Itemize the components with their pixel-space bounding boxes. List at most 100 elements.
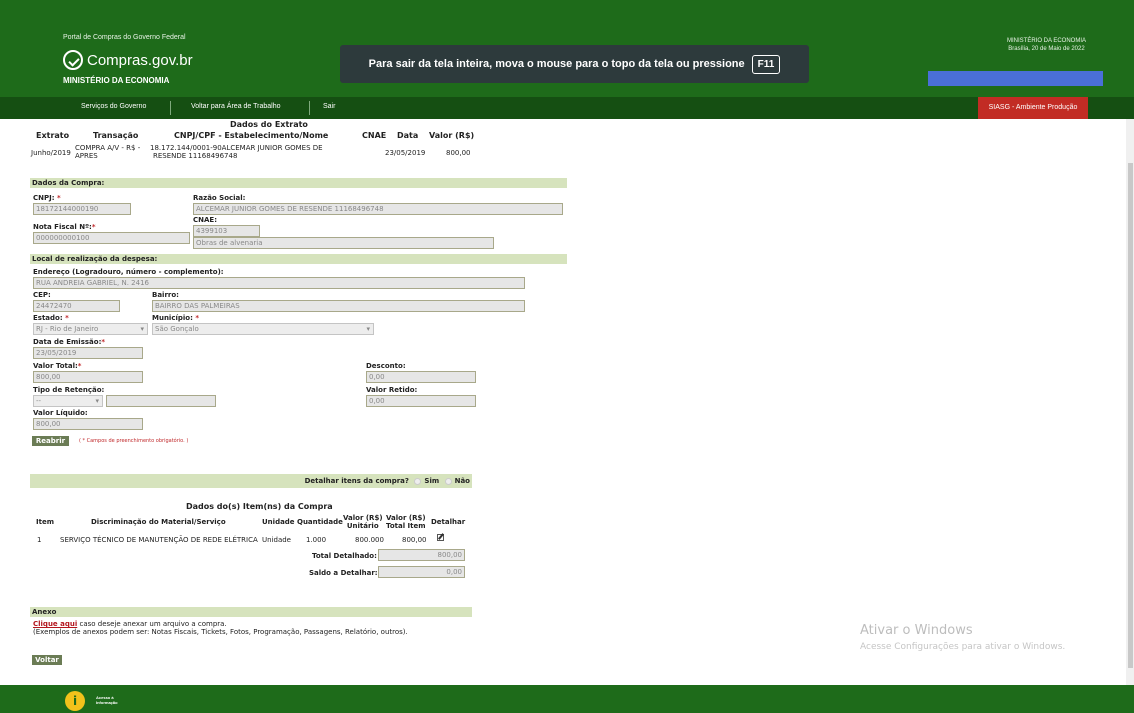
cnae-code-field[interactable]: 4399103 xyxy=(193,225,260,237)
extrato-transacao: COMPRA A/V - R$ - APRES xyxy=(75,144,140,160)
th-item: Item xyxy=(36,518,54,526)
th-detalhar: Detalhar xyxy=(431,518,466,526)
razao-field[interactable]: ALCEMAR JUNIOR GOMES DE RESENDE 11168496… xyxy=(193,203,563,215)
logo-text: Compras.gov.br xyxy=(87,51,193,69)
nf-label: Nota Fiscal Nº:* xyxy=(33,223,96,231)
ministerio-label: MINISTÉRIO DA ECONOMIA xyxy=(63,76,170,85)
f11-key: F11 xyxy=(751,54,781,74)
estado-label: Estado: * xyxy=(33,314,69,322)
windows-activation-text: Acesse Configurações para ativar o Windo… xyxy=(860,642,1066,652)
nav-voltar-area[interactable]: Voltar para Área de Trabalho xyxy=(191,103,281,110)
extrato-data: 23/05/2019 xyxy=(385,149,426,157)
nav-sair[interactable]: Sair xyxy=(323,103,335,110)
cnae-label: CNAE: xyxy=(193,216,217,224)
razao-label: Razão Social: xyxy=(193,194,246,202)
cep-field[interactable]: 24472470 xyxy=(33,300,120,312)
scrollbar-thumb[interactable] xyxy=(1128,163,1133,668)
radio-nao[interactable] xyxy=(444,477,452,485)
acesso-informacao[interactable]: Acesso à Informação xyxy=(96,695,118,705)
header-info: MINISTÉRIO DA ECONOMIA Brasília, 20 de M… xyxy=(1007,37,1086,53)
estado-select[interactable]: RJ - Rio de Janeiro ▾ xyxy=(33,323,148,335)
fullscreen-message: Para sair da tela inteira, mova o mouse … xyxy=(368,58,745,70)
retencao-select[interactable]: -- ▾ xyxy=(33,395,103,407)
radio-nao-label: Não xyxy=(454,477,470,485)
bairro-label: Bairro: xyxy=(152,291,179,299)
th-valor: Valor (R$) xyxy=(429,131,475,140)
th-transacao: Transação xyxy=(93,131,139,140)
row-descricao: SERVIÇO TÉCNICO DE MANUTENÇÃO DE REDE EL… xyxy=(60,536,258,544)
voltar-button[interactable]: Voltar xyxy=(32,655,62,665)
valor-total-field[interactable]: 800,00 xyxy=(33,371,143,383)
header-ministry: MINISTÉRIO DA ECONOMIA xyxy=(1006,38,1086,44)
transacao-line2: APRES xyxy=(75,152,98,160)
section-dados-compra: Dados da Compra: xyxy=(30,178,567,188)
row-quantidade: 1.000 xyxy=(306,536,327,544)
valor-retido-label: Valor Retido: xyxy=(366,386,418,394)
municipio-label: Município: * xyxy=(152,314,200,322)
bairro-field[interactable]: BAIRRO DAS PALMEIRAS xyxy=(152,300,525,312)
header-date: Brasília, 20 de Maio de 2022 xyxy=(1008,46,1085,52)
th-valor-total: Valor (R$) Total Item xyxy=(386,514,426,530)
th-unidade: Unidade xyxy=(262,518,295,526)
chevron-down-icon: ▾ xyxy=(366,325,370,333)
municipio-select[interactable]: São Gonçalo ▾ xyxy=(152,323,374,335)
fullscreen-banner: Para sair da tela inteira, mova o mouse … xyxy=(340,45,809,83)
th-extrato: Extrato xyxy=(36,131,70,140)
valor-liquido-field[interactable]: 800,00 xyxy=(33,418,143,430)
emissao-field[interactable]: 23/05/2019 xyxy=(33,347,143,359)
cnpj-field[interactable]: 18172144000190 xyxy=(33,203,131,215)
emissao-label: Data de Emissão:* xyxy=(33,338,106,346)
detalhar-bar: Detalhar itens da compra? Sim Não xyxy=(30,474,472,488)
desconto-label: Desconto: xyxy=(366,362,406,370)
anexo-text: Clique aqui caso deseje anexar um arquiv… xyxy=(33,620,227,628)
anexo-examples: (Exemplos de anexos podem ser: Notas Fis… xyxy=(33,628,408,636)
cnpj-nome-line1: 18.172.144/0001-90ALCEMAR JUNIOR GOMES D… xyxy=(150,144,323,152)
endereco-label: Endereço (Logradouro, número - complemen… xyxy=(33,268,224,276)
desconto-field[interactable]: 0,00 xyxy=(366,371,476,383)
detalhar-question-group: Detalhar itens da compra? Sim Não xyxy=(305,477,470,485)
th-cnpj-nome: CNPJ/CPF - Estabelecimento/Nome xyxy=(174,131,329,140)
cep-label: CEP: xyxy=(33,291,51,299)
site-header: Portal de Compras do Governo Federal Com… xyxy=(0,0,1134,97)
anexo-text-body: caso deseje anexar um arquivo a compra. xyxy=(79,620,227,628)
user-bar[interactable] xyxy=(928,71,1103,86)
reabrir-button[interactable]: Reabrir xyxy=(32,436,69,446)
clique-aqui-link[interactable]: Clique aqui xyxy=(33,620,77,628)
th-quantidade: Quantidade xyxy=(297,518,343,526)
itens-title: Dados do(s) Item(ns) da Compra xyxy=(186,502,333,511)
valor-total-label: Valor Total:* xyxy=(33,362,82,370)
site-footer xyxy=(0,685,1134,713)
nav-servicos[interactable]: Serviços do Governo xyxy=(81,103,146,110)
nav-bar: Serviços do Governo Voltar para Área de … xyxy=(0,97,1134,119)
chevron-down-icon: ▾ xyxy=(95,397,99,405)
radio-sim[interactable] xyxy=(414,477,422,485)
cnpj-label: CNPJ: * xyxy=(33,194,61,202)
compras-logo-icon xyxy=(63,50,83,70)
endereco-field[interactable]: RUA ANDREIA GABRIEL, N. 2416 xyxy=(33,277,525,289)
saldo-label: Saldo a Detalhar: xyxy=(309,569,378,577)
retencao-value-field[interactable] xyxy=(106,395,216,407)
info-icon[interactable]: i xyxy=(65,691,85,711)
acesso-line2: Informação xyxy=(96,700,118,705)
windows-activation-title: Ativar o Windows xyxy=(860,623,973,638)
retencao-label: Tipo de Retenção: xyxy=(33,386,105,394)
total-detalhado-label: Total Detalhado: xyxy=(312,552,377,560)
chevron-down-icon: ▾ xyxy=(140,325,144,333)
edit-icon[interactable] xyxy=(437,534,444,541)
extrato-title: Dados do Extrato xyxy=(230,120,308,129)
extrato-cnpj-nome: 18.172.144/0001-90ALCEMAR JUNIOR GOMES D… xyxy=(150,144,346,160)
valor-retido-field[interactable]: 0,00 xyxy=(366,395,476,407)
th-data: Data xyxy=(397,131,419,140)
valor-liquido-label: Valor Líquido: xyxy=(33,409,88,417)
nav-divider xyxy=(309,101,310,115)
saldo-field[interactable]: 0,00 xyxy=(378,566,465,578)
row-unitario: 800.000 xyxy=(355,536,384,544)
total-detalhado-field[interactable]: 800,00 xyxy=(378,549,465,561)
portal-title: Portal de Compras do Governo Federal xyxy=(63,34,186,41)
th-discriminacao: Discriminação do Material/Serviço xyxy=(91,518,226,526)
obrigatorio-note: ( * Campos de preenchimento obrigatório.… xyxy=(79,438,189,444)
cnae-desc-field[interactable]: Obras de alvenaria xyxy=(193,237,494,249)
compras-logo[interactable]: Compras.gov.br xyxy=(63,50,193,70)
nf-field[interactable]: 000000000100 xyxy=(33,232,190,244)
extrato-valor: 800,00 xyxy=(446,149,471,157)
